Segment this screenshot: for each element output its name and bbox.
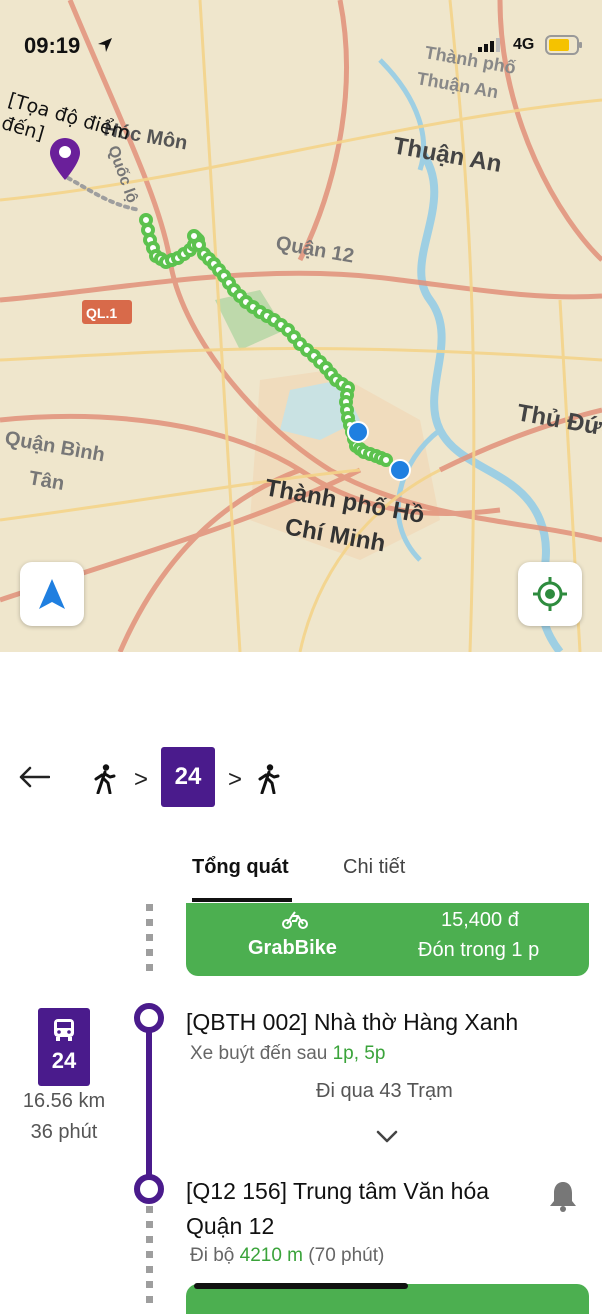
stops-passed: Đi qua 43 Trạm — [316, 1080, 453, 1102]
walk-prefix: Đi bộ — [190, 1245, 240, 1266]
locate-me-icon — [533, 577, 567, 611]
cellular-signal-icon — [478, 38, 500, 52]
bus-leg-line — [146, 1018, 152, 1190]
tab-overview[interactable]: Tổng quát — [192, 856, 289, 879]
walk-connector — [146, 1206, 154, 1304]
detail-tabs: Tổng quát Chi tiết — [0, 848, 602, 902]
my-location-dot — [389, 459, 411, 481]
bus-icon — [54, 1019, 74, 1041]
connector-dot — [146, 949, 153, 956]
walk-info: Đi bộ 4210 m (70 phút) — [190, 1245, 384, 1267]
route-summary-bar: > 24 > — [0, 742, 602, 812]
bus-distance: 16.56 km — [22, 1090, 106, 1112]
walking-person-icon — [258, 764, 280, 794]
home-indicator — [194, 1283, 408, 1289]
connector-dot — [146, 1266, 153, 1273]
bus-arrival-times: 1p, 5p — [332, 1043, 386, 1064]
step-separator: > — [134, 766, 149, 793]
grab-service-name: GrabBike — [248, 937, 337, 959]
status-bar: 09:19 4G — [0, 0, 602, 90]
connector-dot — [146, 1281, 153, 1288]
back-button[interactable] — [14, 760, 54, 794]
active-tab-indicator — [192, 898, 292, 902]
bus-arrival-info: Xe buýt đến sau 1p, 5p — [190, 1043, 385, 1065]
connector-dot — [146, 1221, 153, 1228]
boarding-stop-marker — [134, 1003, 164, 1033]
battery-icon — [545, 35, 582, 55]
connector-dot — [146, 919, 153, 926]
alighting-stop-marker — [134, 1174, 164, 1204]
bus-arrival-prefix: Xe buýt đến sau — [190, 1043, 333, 1064]
grabbike-card[interactable]: GrabBike 15,400 đ Đón trong 1 p — [186, 903, 589, 976]
connector-dot — [146, 1296, 153, 1303]
step-separator: > — [228, 766, 243, 793]
connector-dot — [146, 1236, 153, 1243]
route-map[interactable]: Hóc Môn Quốc lộ Thành phố Thuận An Thuận… — [0, 0, 602, 652]
map-canvas[interactable]: Hóc Môn Quốc lộ Thành phố Thuận An Thuận… — [0, 0, 602, 652]
bus-route-badge: 24 — [38, 1008, 90, 1086]
chevron-down-icon[interactable] — [376, 1130, 398, 1144]
grab-price: 15,400 đ — [441, 909, 519, 931]
connector-dot — [146, 964, 153, 971]
bell-icon[interactable] — [548, 1180, 578, 1212]
location-services-icon — [98, 38, 112, 52]
bus-duration: 36 phút — [30, 1121, 98, 1143]
map-label-ql1: QL.1 — [86, 305, 117, 321]
bus-route-number: 24 — [51, 1048, 77, 1073]
bus-route-chip[interactable]: 24 — [161, 747, 215, 807]
tab-details[interactable]: Chi tiết — [343, 856, 405, 879]
connector-dot — [146, 1206, 153, 1213]
walk-distance: 4210 m — [239, 1245, 304, 1266]
alighting-stop-name[interactable]: [Q12 156] Trung tâm Văn hóa Quận 12 — [186, 1174, 526, 1244]
connector-dot — [146, 1251, 153, 1258]
connector-dot — [146, 934, 153, 941]
walk-duration: (70 phút) — [303, 1245, 385, 1266]
locate-me-button[interactable] — [518, 562, 582, 626]
connector-dot — [146, 904, 153, 911]
grab-pickup-time: Đón trong 1 p — [418, 939, 540, 961]
destination-pin-icon[interactable] — [50, 138, 80, 180]
route-end-marker — [347, 421, 369, 443]
walk-connector — [146, 904, 154, 976]
compass-button[interactable] — [20, 562, 84, 626]
back-arrow-icon — [19, 766, 50, 788]
route-point — [379, 453, 393, 467]
navigation-arrow-icon — [39, 579, 65, 609]
boarding-stop-name[interactable]: [QBTH 002] Nhà thờ Hàng Xanh — [186, 1005, 518, 1040]
status-time: 09:19 — [24, 33, 81, 58]
network-type: 4G — [513, 36, 535, 53]
motorbike-icon — [282, 911, 308, 929]
walking-person-icon — [94, 764, 116, 794]
